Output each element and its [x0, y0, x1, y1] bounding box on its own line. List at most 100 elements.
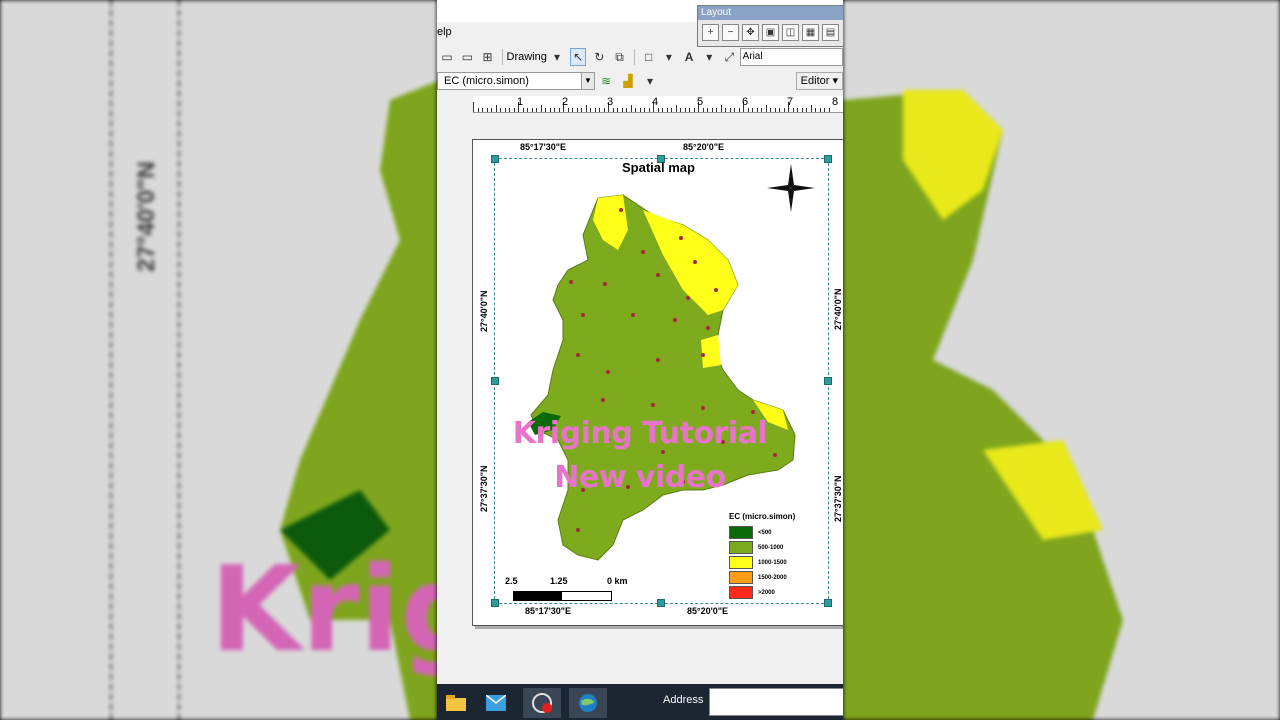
fixed-zoom-icon[interactable]: ◫ — [782, 24, 799, 41]
layout-canvas[interactable]: 85°17'30"E 85°20'0"E 85°17'30"E 85°20'0"… — [437, 114, 843, 684]
full-extent-icon[interactable]: ▣ — [762, 24, 779, 41]
legend-swatch — [729, 571, 753, 584]
ruler-tick — [630, 105, 632, 112]
dropdown-arrow-icon[interactable]: ▾ — [550, 49, 564, 65]
ruler-tick — [639, 108, 641, 112]
frame-line — [110, 0, 112, 720]
scale-segment-white — [562, 592, 610, 600]
zoom-in-icon[interactable]: + — [702, 24, 719, 41]
ruler-label: 1 — [517, 96, 524, 108]
ruler-tick — [774, 108, 776, 112]
dropdown-arrow-icon[interactable]: ▾ — [702, 49, 716, 65]
text-icon[interactable]: A — [682, 49, 696, 65]
ruler-tick — [729, 108, 731, 112]
network-icon[interactable]: ⊞ — [480, 49, 494, 65]
ruler-tick — [684, 108, 686, 112]
ruler-tick — [810, 105, 812, 112]
ruler-tick — [680, 108, 681, 112]
chevron-down-icon[interactable]: ▼ — [581, 73, 594, 89]
legend-item: 1000-1500 — [729, 555, 829, 570]
grid-icon[interactable]: ▤ — [822, 24, 839, 41]
file-explorer-icon[interactable] — [437, 688, 475, 718]
ruler-tick — [531, 108, 533, 112]
map-legend[interactable]: EC (micro.simon) <500 500-1000 1000-1500… — [729, 512, 829, 600]
ruler-tick — [594, 108, 596, 112]
ruler-tick — [752, 108, 753, 112]
ruler-tick — [720, 105, 722, 112]
drawing-menu[interactable]: Drawing — [507, 51, 547, 63]
ruler-tick — [815, 108, 816, 112]
longitude-label: 85°17'30"E — [525, 606, 572, 616]
edit-vertices-icon[interactable]: ⤢ — [722, 49, 736, 65]
ruler-tick — [797, 108, 798, 112]
ruler-tick — [581, 108, 582, 112]
resize-handle[interactable] — [824, 377, 832, 385]
zoom-out-icon[interactable]: − — [722, 24, 739, 41]
ruler-tick — [549, 108, 551, 112]
ruler-tick — [509, 108, 510, 112]
editor-menu[interactable]: Editor ▾ — [795, 72, 843, 90]
ruler-label: 5 — [697, 96, 704, 108]
swipe-layer-icon[interactable]: ≋ — [598, 73, 614, 89]
legend-item: 500-1000 — [729, 540, 829, 555]
font-select[interactable]: Arial — [739, 48, 843, 66]
ruler-tick — [657, 108, 659, 112]
rotate-icon[interactable]: ↻ — [592, 49, 606, 65]
group-icon[interactable]: ⧉ — [612, 49, 626, 65]
box-icon[interactable]: ▭ — [440, 49, 454, 65]
ruler-tick — [783, 108, 785, 112]
resize-handle[interactable] — [491, 377, 499, 385]
arcgis-icon[interactable] — [569, 688, 607, 718]
resize-handle[interactable] — [657, 599, 665, 607]
address-input[interactable] — [709, 688, 843, 716]
layer-select-value: EC (micro.simon) — [444, 75, 529, 87]
legend-swatch — [729, 586, 753, 599]
ruler-tick — [756, 108, 758, 112]
ruler-tick — [603, 108, 605, 112]
mail-icon[interactable] — [477, 688, 515, 718]
arcmap-window: elp Layout + − ✥ ▣ ◫ ▦ ▤ ▭ ▭ ⊞ Drawing ▾… — [437, 0, 843, 720]
select-elements-icon[interactable]: ↖ — [570, 48, 587, 66]
scale-label: 2.5 — [505, 576, 518, 586]
ruler-tick — [599, 108, 600, 112]
legend-label: <500 — [758, 529, 772, 536]
histogram-icon[interactable]: ▟ — [620, 73, 636, 89]
rectangle-icon[interactable]: □ — [642, 49, 656, 65]
scale-bar[interactable]: 2.5 1.25 0 km — [503, 576, 643, 601]
window-icon[interactable]: ▭ — [460, 49, 474, 65]
pan-icon[interactable]: ✥ — [742, 24, 759, 41]
layer-select[interactable]: EC (micro.simon) ▼ — [437, 72, 595, 90]
ruler-tick — [824, 108, 825, 112]
ruler-label: 4 — [652, 96, 659, 108]
ruler-label: 7 — [787, 96, 794, 108]
ruler-tick — [747, 108, 749, 112]
dropdown-arrow-icon[interactable]: ▾ — [662, 49, 676, 65]
ruler-tick — [738, 108, 740, 112]
ruler-tick — [770, 108, 771, 112]
ruler-tick — [725, 108, 726, 112]
layer-toolbar: EC (micro.simon) ▼ ≋ ▟ ▾ Editor ▾ — [437, 70, 843, 92]
ruler-tick — [513, 108, 515, 112]
ruler-tick — [522, 108, 524, 112]
ruler-tick — [504, 108, 506, 112]
ruler-tick — [576, 108, 578, 112]
toolbar-options-icon[interactable]: ▾ — [642, 73, 658, 89]
video-overlay-title: Kriging Tutorial — [512, 416, 768, 451]
ruler-tick — [765, 105, 767, 112]
overlay-text-blur: Krig ng Tutorial — [210, 540, 437, 678]
layout-page[interactable]: 85°17'30"E 85°20'0"E 85°17'30"E 85°20'0"… — [472, 139, 843, 626]
legend-label: 1500-2000 — [758, 574, 787, 581]
taskbar: Address — [437, 684, 843, 720]
resize-handle[interactable] — [491, 599, 499, 607]
ruler-tick — [527, 108, 528, 112]
legend-label: 500-1000 — [758, 544, 784, 551]
ruler-tick — [734, 108, 735, 112]
recorder-icon[interactable] — [523, 688, 561, 718]
page-icon[interactable]: ▦ — [802, 24, 819, 41]
ruler-tick — [617, 108, 618, 112]
legend-item: 1500-2000 — [729, 570, 829, 585]
left-blurred-background: 27°40'0"N Krig ng Tutorial — [0, 0, 437, 720]
scale-label: 0 km — [607, 576, 628, 586]
resize-handle[interactable] — [824, 599, 832, 607]
menu-help[interactable]: elp — [437, 26, 452, 38]
